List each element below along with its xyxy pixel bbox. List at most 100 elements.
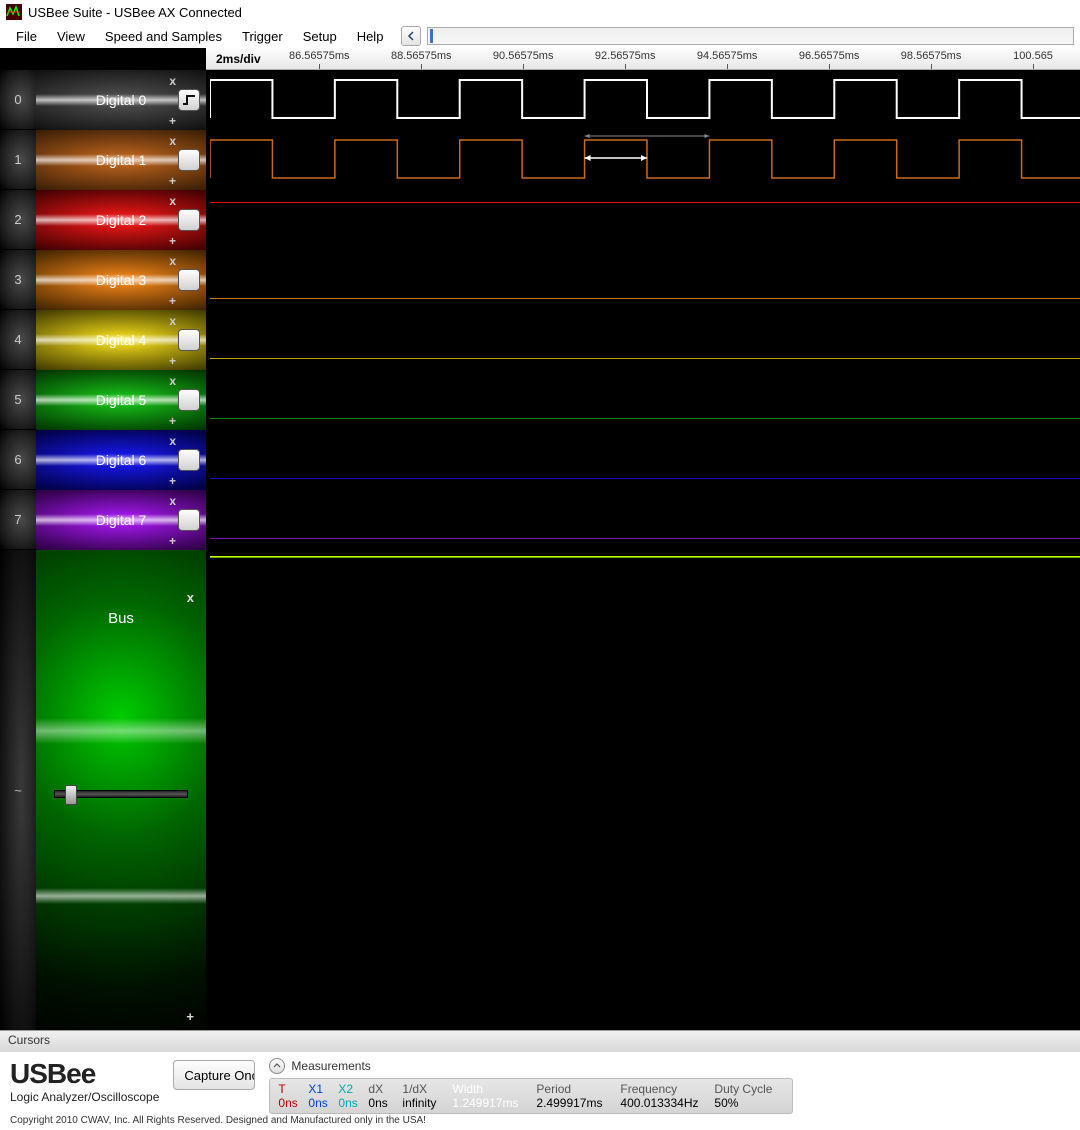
channel-row: 0Digital 0x+ [0,70,206,130]
channel-add-icon[interactable]: + [169,414,176,428]
ruler-time-label: 94.56575ms [697,50,758,62]
trigger-level-button[interactable] [178,149,200,171]
measurements-panel: Measurements TX1X2dX1/dXWidthPeriodFrequ… [269,1058,1070,1114]
measurement-value: 400.013334Hz [620,1096,714,1110]
capture-once-label: Capture Once [184,1068,255,1083]
menu-file[interactable]: File [6,27,47,46]
channel-add-icon[interactable]: + [169,174,176,188]
timeline-scrollbar[interactable] [427,27,1074,45]
menu-speed-samples[interactable]: Speed and Samples [95,27,232,46]
channel-body[interactable]: Digital 0x+ [36,70,206,130]
time-ruler[interactable]: 2ms/div 86.56575ms88.56575ms90.56575ms92… [206,48,1080,70]
trigger-level-button[interactable] [178,329,200,351]
channel-body[interactable]: Digital 1x+ [36,130,206,190]
waveform-lane [206,310,1080,370]
waveform-lane [206,250,1080,310]
channel-label: Digital 6 [96,452,147,468]
channel-index: 0 [0,70,36,130]
trigger-level-button[interactable] [178,389,200,411]
channel-add-icon[interactable]: + [169,534,176,548]
channel-index: 5 [0,370,36,430]
timeline-scrollbar-thumb[interactable] [430,29,433,43]
waveform-lane [206,130,1080,190]
channel-body[interactable]: Digital 2 x + [36,190,206,250]
nav-prev-button[interactable] [401,26,421,46]
channel-row: 5 Digital 5 x + [0,370,206,430]
channel-body[interactable]: Digital 6 x + [36,430,206,490]
bus-label: Bus [108,610,134,627]
ruler-time-label: 88.56575ms [391,50,452,62]
footer: USBee Logic Analyzer/Oscilloscope Captur… [0,1052,1080,1130]
ruler-time-label: 100.565 [1013,50,1053,62]
channel-index: 7 [0,490,36,550]
measurement-header: Period [536,1082,620,1096]
channel-index: 1 [0,130,36,190]
measurement-value: 50% [714,1096,784,1110]
channel-close-icon[interactable]: x [169,134,176,148]
bus-add-icon[interactable]: + [186,1009,194,1024]
channel-index: 4 [0,310,36,370]
ruler-labels: 86.56575ms88.56575ms90.56575ms92.56575ms… [271,48,1080,69]
brand-name: USBee [10,1058,159,1090]
channel-close-icon[interactable]: x [169,74,176,88]
channel-body[interactable]: Digital 7x+ [36,490,206,550]
waveform-lanes[interactable] [206,70,1080,1030]
waveform-lane [206,70,1080,130]
menu-trigger[interactable]: Trigger [232,27,293,46]
bus-glow [36,718,206,744]
channel-index: 2 [0,190,36,250]
channel-row: 2 Digital 2 x + [0,190,206,250]
measurements-table: TX1X2dX1/dXWidthPeriodFrequencyDuty Cycl… [269,1078,793,1114]
channel-close-icon[interactable]: x [169,254,176,268]
capture-once-button[interactable]: Capture Once [173,1060,255,1090]
channel-close-icon[interactable]: x [169,434,176,448]
brand-block: USBee Logic Analyzer/Oscilloscope [10,1058,159,1104]
channel-add-icon[interactable]: + [169,474,176,488]
channel-close-icon[interactable]: x [169,314,176,328]
channel-close-icon[interactable]: x [169,374,176,388]
channel-sidebar: 0Digital 0x+1Digital 1x+2Digital 2x+3Dig… [0,48,206,1030]
channel-body[interactable]: Digital 5 x + [36,370,206,430]
trigger-level-button[interactable] [178,209,200,231]
measurement-header: 1/dX [402,1082,452,1096]
measurements-title: Measurements [291,1059,370,1073]
main-area: 0Digital 0x+1Digital 1x+2Digital 2x+3Dig… [0,48,1080,1030]
channel-add-icon[interactable]: + [169,114,176,128]
measurement-value: 2.499917ms [536,1096,620,1110]
channel-add-icon[interactable]: + [169,294,176,308]
bus-glow2 [36,888,206,904]
title-bar: USBee Suite - USBee AX Connected [0,0,1080,24]
measurement-header: Duty Cycle [714,1082,784,1096]
menu-view[interactable]: View [47,27,95,46]
trigger-level-button[interactable] [178,509,200,531]
measurement-header: X1 [308,1082,338,1096]
menu-help[interactable]: Help [347,27,394,46]
channel-label: Digital 5 [96,392,147,408]
bus-body[interactable]: Bus x + [36,550,206,1030]
measurement-header: Frequency [620,1082,714,1096]
measurement-value: infinity [402,1096,452,1110]
channel-close-icon[interactable]: x [169,194,176,208]
measurements-collapse-icon[interactable] [269,1058,285,1074]
channel-add-icon[interactable]: + [169,354,176,368]
measurement-value: 0ns [278,1096,308,1110]
trigger-edge-button[interactable] [178,89,200,111]
channel-add-icon[interactable]: + [169,234,176,248]
measurement-value: 0ns [308,1096,338,1110]
cursors-bar[interactable]: Cursors [0,1030,1080,1052]
menu-setup[interactable]: Setup [293,27,347,46]
channel-body[interactable]: Digital 3x+ [36,250,206,310]
waveform-content: 2ms/div 86.56575ms88.56575ms90.56575ms92… [206,48,1080,1030]
bus-threshold-slider[interactable] [54,790,188,798]
ruler-time-label: 92.56575ms [595,50,656,62]
channel-row: 3Digital 3x+ [0,250,206,310]
app-icon [6,4,22,20]
trigger-level-button[interactable] [178,449,200,471]
bus-close-icon[interactable]: x [187,590,194,605]
channel-close-icon[interactable]: x [169,494,176,508]
ruler-time-label: 86.56575ms [289,50,350,62]
channel-body[interactable]: Digital 4x+ [36,310,206,370]
channel-label: Digital 2 [96,212,147,228]
trigger-level-button[interactable] [178,269,200,291]
channel-row: 6Digital 6x+ [0,430,206,490]
